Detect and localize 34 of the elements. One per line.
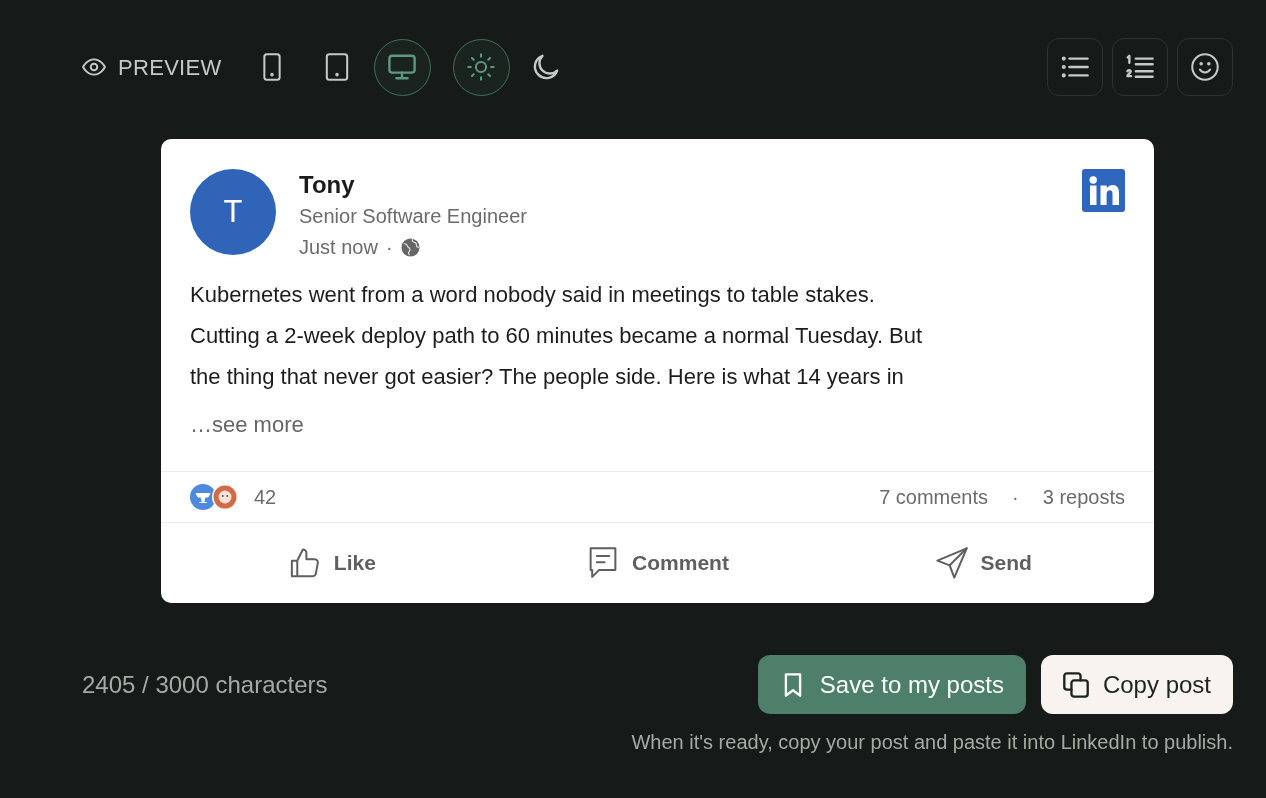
monitor-icon xyxy=(388,53,417,81)
author-name: Tony xyxy=(299,170,356,200)
preview-label: PREVIEW xyxy=(118,53,222,82)
dot-separator: · xyxy=(385,235,393,260)
comment-button[interactable]: Comment xyxy=(494,533,821,593)
send-button[interactable]: Send xyxy=(820,533,1146,593)
smiley-icon xyxy=(1191,53,1219,81)
like-button[interactable]: Like xyxy=(169,533,495,593)
linkedin-logo-icon xyxy=(1082,169,1125,212)
copy-icon xyxy=(1062,671,1089,698)
post-body: Kubernetes went from a word nobody said in meetings to table stakes. Cutting a 2-week deploy path to 60 minutes became a normal Tuesday. But the thing that never got easier? The people side. Here is what 14 years in xyxy=(189,281,924,391)
see-more-link[interactable]: …see more xyxy=(190,404,304,445)
bulleted-list-button[interactable] xyxy=(1047,38,1103,96)
paper-plane-icon xyxy=(934,546,969,580)
reposts-count[interactable]: 3 reposts xyxy=(1042,482,1125,512)
author-headline: Senior Software Engineer xyxy=(299,204,528,229)
numbered-list-icon xyxy=(1126,53,1154,81)
eye-icon xyxy=(82,55,106,79)
reaction-count: 42 xyxy=(254,485,277,510)
sun-icon xyxy=(467,53,496,81)
character-count: 2405 / 3000 characters xyxy=(82,669,328,700)
dot-separator: · xyxy=(1012,485,1019,510)
comments-count[interactable]: 7 comments xyxy=(879,482,989,512)
moon-icon xyxy=(532,53,561,81)
avatar: T xyxy=(190,169,276,255)
copy-button[interactable]: Copy post xyxy=(1040,655,1233,714)
hint-text: When it's ready, copy your post and paste it into LinkedIn to publish. xyxy=(631,730,1233,755)
smiley-reaction-icon xyxy=(212,484,238,510)
globe-icon xyxy=(400,237,420,257)
emoji-button[interactable] xyxy=(1177,38,1233,96)
cup-reaction-icon xyxy=(190,484,216,510)
save-button[interactable]: Save to my posts xyxy=(757,655,1026,714)
numbered-list-button[interactable] xyxy=(1112,38,1168,96)
post-time: Just now xyxy=(299,235,378,260)
